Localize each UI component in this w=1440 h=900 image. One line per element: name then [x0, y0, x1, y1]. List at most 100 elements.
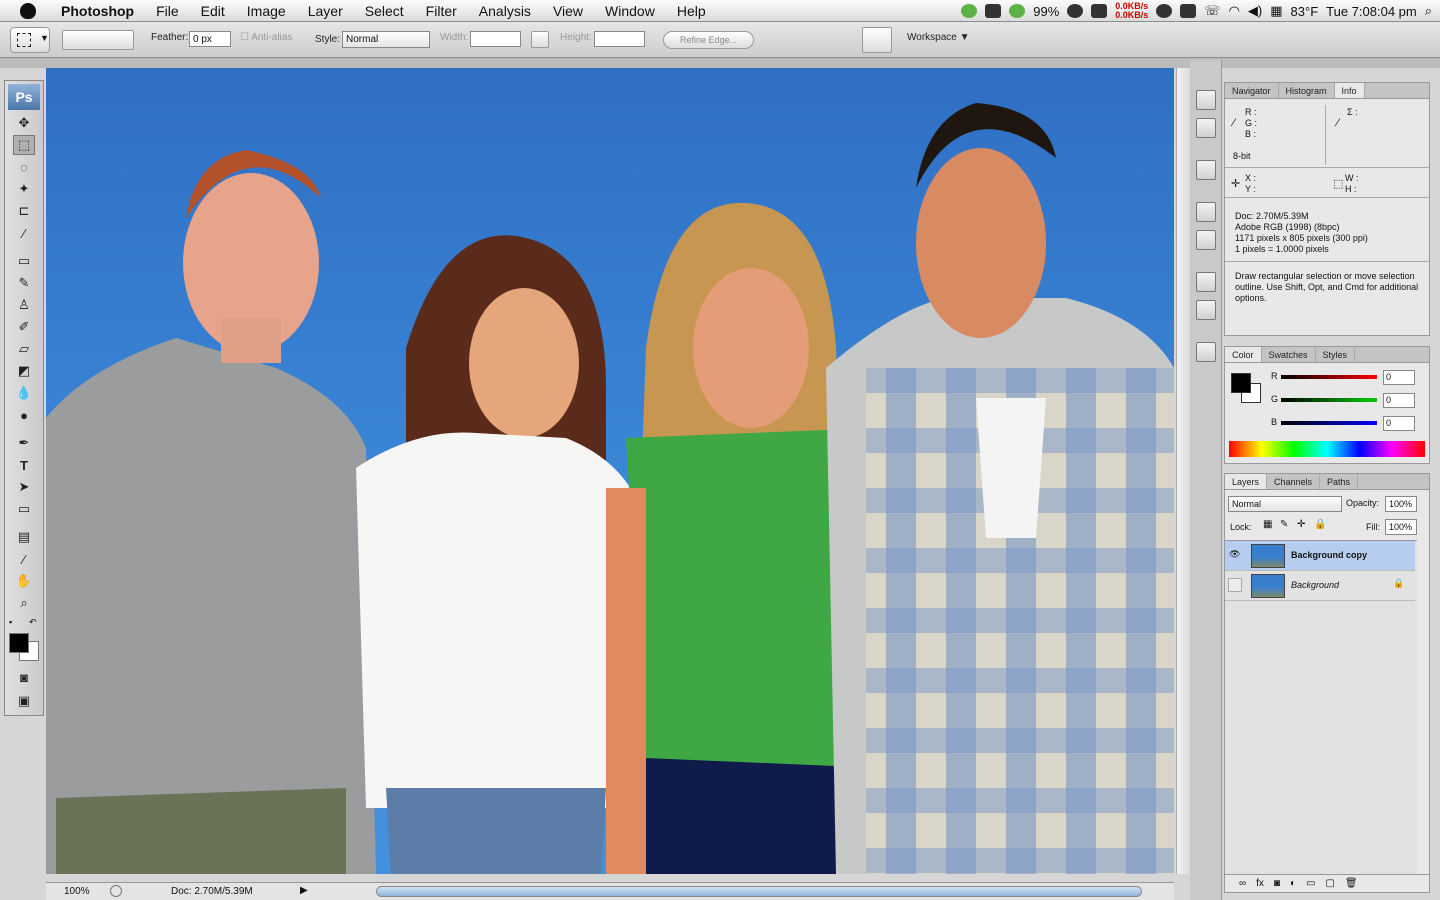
foreground-color-swatch[interactable]	[9, 633, 29, 653]
paint-bucket-tool-icon[interactable]: ◩	[13, 361, 35, 381]
history-panel-icon[interactable]	[1196, 90, 1216, 110]
eraser-tool-icon[interactable]: ▱	[13, 339, 35, 359]
crop-tool-icon[interactable]: ⊏	[13, 201, 35, 221]
menu-filter[interactable]: Filter	[415, 0, 468, 22]
quick-mask-icon[interactable]: ◙	[13, 667, 35, 687]
menu-window[interactable]: Window	[594, 0, 666, 22]
layer-row-background-copy[interactable]: 👁 Background copy	[1225, 541, 1415, 571]
tab-styles[interactable]: Styles	[1316, 347, 1356, 362]
style-select[interactable]: Normal	[342, 31, 430, 48]
battery-percent[interactable]: 99%	[1033, 4, 1059, 19]
tool-presets-panel-icon[interactable]	[1196, 160, 1216, 180]
color-panel-foreground-swatch[interactable]	[1231, 373, 1251, 393]
selection-mode-buttons[interactable]	[62, 30, 134, 50]
layer-comps-panel-icon[interactable]	[1196, 342, 1216, 362]
path-selection-tool-icon[interactable]: ➤	[13, 477, 35, 497]
tab-paths[interactable]: Paths	[1320, 474, 1359, 489]
r-value-input[interactable]: 0	[1383, 370, 1415, 385]
tab-layers[interactable]: Layers	[1225, 474, 1268, 489]
menu-app-name[interactable]: Photoshop	[50, 0, 145, 22]
grid-icon[interactable]	[1091, 4, 1108, 18]
status-menu-arrow-icon[interactable]: ▶	[300, 885, 308, 896]
swap-dimensions-button[interactable]	[531, 31, 549, 48]
disk-icon[interactable]	[1067, 4, 1084, 18]
horizontal-scrollbar[interactable]	[376, 886, 1142, 897]
menu-analysis[interactable]: Analysis	[468, 0, 542, 22]
menu-view[interactable]: View	[542, 0, 594, 22]
ps-logo[interactable]: Ps	[8, 84, 40, 110]
chat-icon[interactable]	[961, 4, 978, 18]
lock-transparency-icon[interactable]: ▦	[1263, 519, 1272, 530]
dodge-tool-icon[interactable]: ●	[13, 405, 35, 425]
brushes-panel-icon[interactable]	[1196, 202, 1216, 222]
add-mask-icon[interactable]: ◙	[1274, 878, 1280, 889]
document-canvas[interactable]	[46, 68, 1174, 874]
fill-input[interactable]: 100%	[1385, 519, 1417, 535]
tab-info[interactable]: Info	[1334, 83, 1365, 98]
pen-tool-icon[interactable]: ✒	[13, 433, 35, 453]
g-slider[interactable]	[1281, 398, 1377, 402]
rectangular-marquee-tool-icon[interactable]: ⬚	[13, 135, 35, 155]
lock-position-icon[interactable]: ✛	[1297, 519, 1305, 530]
display-icon[interactable]	[1180, 4, 1197, 18]
tab-navigator[interactable]: Navigator	[1225, 83, 1279, 98]
height-input[interactable]	[594, 31, 645, 47]
character-panel-icon[interactable]	[1196, 272, 1216, 292]
sync-icon[interactable]	[1009, 4, 1026, 18]
type-tool-icon[interactable]: T	[13, 455, 35, 475]
weather-temp[interactable]: 83°F	[1291, 4, 1319, 19]
hand-tool-icon[interactable]: ✋	[13, 571, 35, 591]
shape-tool-icon[interactable]: ▭	[13, 499, 35, 519]
r-slider[interactable]	[1281, 375, 1377, 379]
refine-edge-button[interactable]: Refine Edge...	[663, 31, 754, 49]
new-layer-icon[interactable]: ▢	[1325, 878, 1334, 889]
apple-menu-icon[interactable]	[20, 2, 36, 19]
b-value-input[interactable]: 0	[1383, 416, 1415, 431]
feather-input[interactable]: 0 px	[189, 31, 231, 47]
brush-tool-icon[interactable]: ✎	[13, 273, 35, 293]
actions-panel-icon[interactable]	[1196, 118, 1216, 138]
lock-all-icon[interactable]: 🔒	[1314, 519, 1326, 530]
layer-row-background[interactable]: Background 🔒	[1225, 571, 1415, 601]
network-meter[interactable]: 0.0KB/s 0.0KB/s	[1115, 2, 1148, 20]
clone-source-panel-icon[interactable]	[1196, 230, 1216, 250]
color-sampler-tool-icon[interactable]: ⁄	[13, 549, 35, 569]
move-tool-icon[interactable]: ✥	[13, 113, 35, 133]
healing-brush-tool-icon[interactable]: ▭	[13, 251, 35, 271]
tab-swatches[interactable]: Swatches	[1262, 347, 1316, 362]
zoom-tool-icon[interactable]: ⌕	[13, 593, 35, 613]
notes-tool-icon[interactable]: ▤	[13, 527, 35, 547]
default-colors-icon[interactable]: ▪	[9, 617, 12, 627]
spotlight-search-icon[interactable]: ⌕	[1425, 3, 1432, 19]
bridge-button[interactable]	[862, 27, 892, 53]
tab-channels[interactable]: Channels	[1267, 474, 1321, 489]
menu-file[interactable]: File	[145, 0, 190, 22]
adjustment-layer-icon[interactable]: ◐	[1290, 878, 1296, 889]
clock[interactable]: Tue 7:08:04 pm	[1326, 4, 1417, 19]
menu-edit[interactable]: Edit	[190, 0, 236, 22]
width-input[interactable]	[470, 31, 521, 47]
lock-pixels-icon[interactable]: ✎	[1280, 519, 1288, 530]
new-group-icon[interactable]: ▭	[1306, 878, 1315, 889]
visibility-toggle[interactable]	[1228, 578, 1242, 592]
phone-icon[interactable]: ☏	[1204, 3, 1220, 19]
visibility-eye-icon[interactable]: 👁	[1229, 549, 1240, 560]
antialias-checkbox[interactable]: ☐ Anti-alias	[240, 32, 292, 43]
zoom-level[interactable]: 100%	[64, 886, 90, 897]
menu-help[interactable]: Help	[666, 0, 717, 22]
layer-style-fx-icon[interactable]: fx	[1256, 878, 1264, 889]
flag-icon[interactable]: ▦	[1270, 3, 1282, 19]
lasso-tool-icon[interactable]: ◌	[13, 157, 35, 177]
vertical-scrollbar[interactable]	[1176, 68, 1190, 874]
workspace-menu[interactable]: Workspace ▼	[907, 32, 970, 43]
eyedropper-tool-icon[interactable]: ⁄	[13, 223, 35, 243]
tab-histogram[interactable]: Histogram	[1279, 83, 1335, 98]
screen-mode-icon[interactable]: ▣	[13, 691, 35, 711]
blur-tool-icon[interactable]: 💧	[13, 383, 35, 403]
magic-wand-tool-icon[interactable]: ✦	[13, 179, 35, 199]
menu-layer[interactable]: Layer	[297, 0, 354, 22]
evernote-icon[interactable]	[985, 4, 1002, 18]
status-info-icon[interactable]	[110, 885, 122, 897]
bluetooth-icon[interactable]	[1156, 4, 1173, 18]
g-value-input[interactable]: 0	[1383, 393, 1415, 408]
